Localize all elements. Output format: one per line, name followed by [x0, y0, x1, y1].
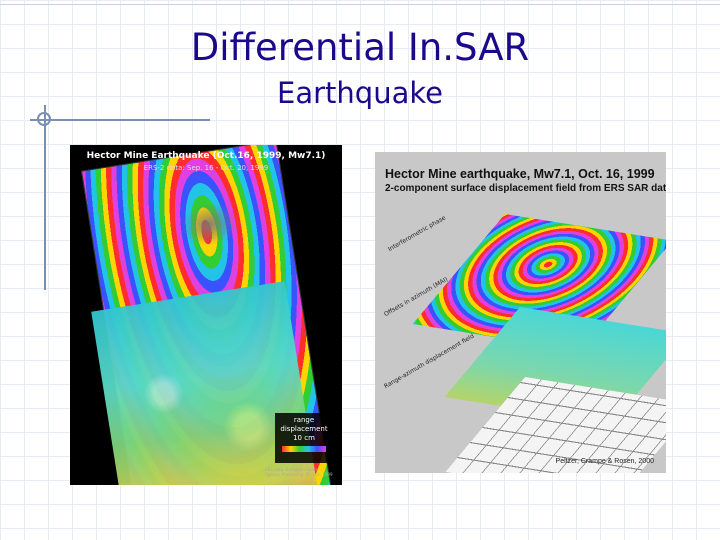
left-figure-title: Hector Mine Earthquake (Oct.16, 1999, Mw…	[86, 151, 326, 161]
legend-label-1: range	[293, 416, 315, 424]
legend-color-bar	[282, 446, 326, 452]
displacement-field-figure: Hector Mine earthquake, Mw7.1, Oct. 16, …	[375, 152, 666, 473]
interferogram-image: Hector Mine Earthquake (Oct.16, 1999, Mw…	[70, 145, 342, 485]
legend-scale: 10 cm	[293, 434, 315, 442]
right-figure-title: Hector Mine earthquake, Mw7.1, Oct. 16, …	[385, 167, 655, 181]
decorative-vertical-line	[44, 105, 46, 290]
top-rule	[0, 4, 720, 5]
left-figure-subtitle: ERS-2 data: Sep. 16 - Oct. 20, 1999	[143, 164, 269, 172]
label-phase: Interferometric phase	[387, 214, 447, 254]
legend-label-2: displacement	[280, 425, 328, 433]
decorative-horizontal-line	[30, 119, 210, 121]
right-figure-credit: Peltzer, Crampe & Rosen, 2000	[555, 458, 654, 465]
left-figure-credit: ERS data: European Space Agency. Process…	[265, 467, 333, 477]
slide-subtitle: Earthquake	[277, 76, 443, 110]
right-figure-subtitle: 2-component surface displacement field f…	[385, 183, 666, 194]
decorative-circle	[37, 112, 51, 126]
displacement-legend: range displacement 10 cm	[275, 413, 333, 463]
slide-title: Differential In.SAR	[190, 26, 530, 69]
